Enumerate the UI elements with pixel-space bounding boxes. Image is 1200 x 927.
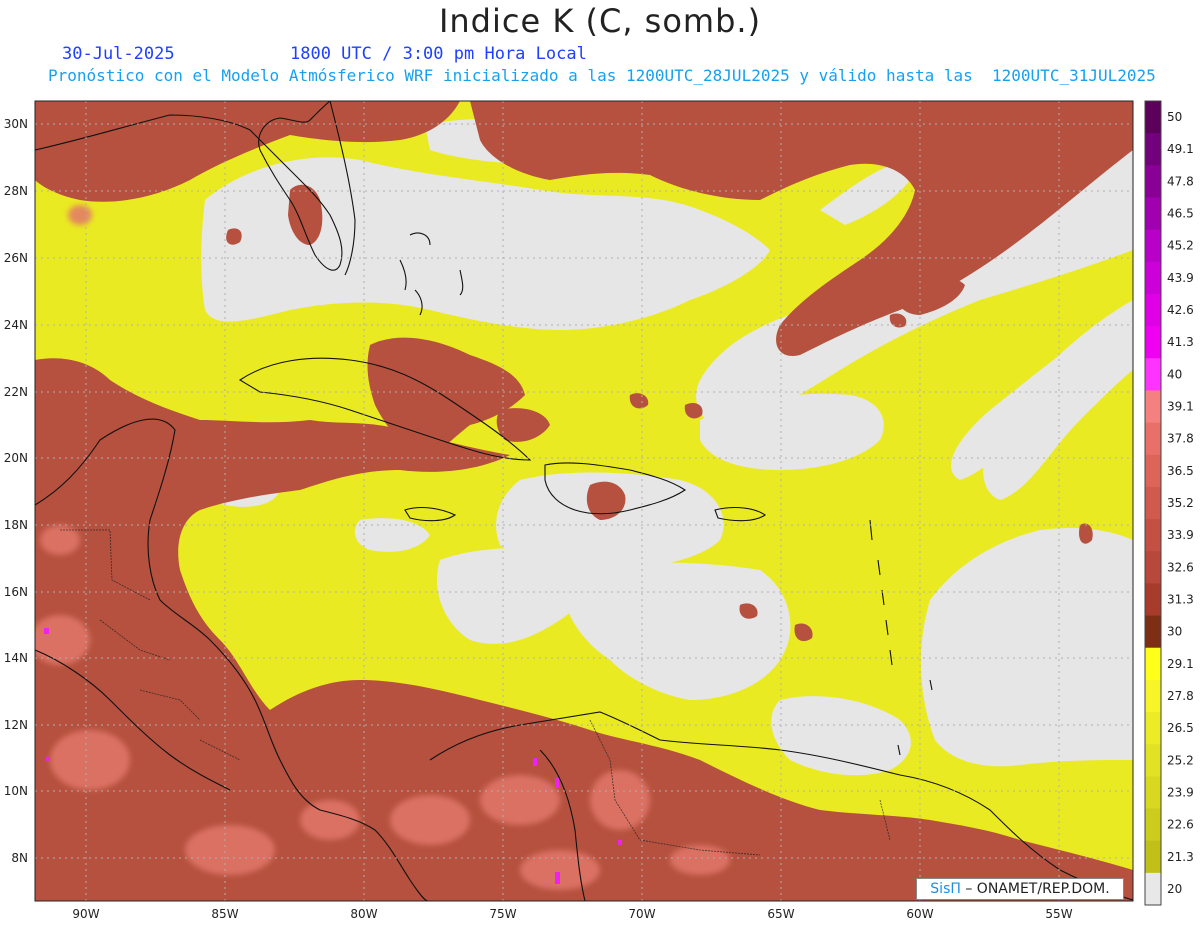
lon-label: 70W	[628, 907, 655, 921]
colorbar-label: 25.2	[1167, 753, 1194, 767]
colorbar-label: 46.5	[1167, 207, 1194, 221]
lon-label: 65W	[767, 907, 794, 921]
colorbar-swatch	[1145, 229, 1161, 263]
colorbar-label: 23.9	[1167, 785, 1194, 799]
colorbar-label: 37.8	[1167, 432, 1194, 446]
lat-label: 26N	[4, 251, 28, 265]
colorbar-swatch	[1145, 840, 1161, 874]
colorbar-swatch	[1145, 326, 1161, 359]
colorbar-label: 27.8	[1167, 689, 1194, 703]
lat-label: 16N	[4, 585, 28, 599]
colorbar-swatch	[1145, 744, 1161, 777]
latitude-labels: 30N 28N 26N 24N 22N 20N 18N 16N 14N 12N …	[4, 117, 28, 865]
credit-box: SisΠ – ONAMET/REP.DOM.	[916, 878, 1124, 900]
colorbar-label: 49.1	[1167, 142, 1194, 156]
longitude-labels: 90W 85W 80W 75W 70W 65W 60W 55W	[72, 907, 1072, 921]
colorbar-label: 31.3	[1167, 592, 1194, 606]
colorbar-swatch	[1145, 679, 1161, 713]
lat-label: 28N	[4, 184, 28, 198]
lat-label: 12N	[4, 718, 28, 732]
colorbar-label: 36.5	[1167, 464, 1194, 478]
lon-label: 85W	[211, 907, 238, 921]
lon-label: 55W	[1045, 907, 1072, 921]
colorbar-swatch	[1145, 647, 1161, 681]
colorbar-label: 20	[1167, 882, 1182, 896]
colorbar-swatch	[1145, 101, 1161, 134]
colorbar-label: 45.2	[1167, 239, 1194, 253]
colorbar-label: 47.8	[1167, 174, 1194, 188]
colorbar-label: 50	[1167, 110, 1182, 124]
colorbar-swatch	[1145, 261, 1161, 295]
colorbar-label: 43.9	[1167, 271, 1194, 285]
lon-label: 75W	[489, 907, 516, 921]
colorbar-swatch	[1145, 712, 1161, 745]
colorbar-swatch	[1145, 358, 1161, 391]
lat-label: 22N	[4, 385, 28, 399]
colorbar-label: 30	[1167, 625, 1182, 639]
colorbar-label: 40	[1167, 367, 1182, 381]
lat-label: 18N	[4, 518, 28, 532]
colorbar-label: 33.9	[1167, 528, 1194, 542]
colorbar-label: 35.2	[1167, 496, 1194, 510]
colorbar-swatch	[1145, 133, 1161, 166]
colorbar-swatch	[1145, 808, 1161, 842]
colorbar-swatch	[1145, 454, 1161, 488]
colorbar-swatch	[1145, 551, 1161, 584]
sispi-logo: SisΠ	[930, 881, 961, 897]
colorbar-swatch	[1145, 422, 1161, 456]
k-index-map: 30N 28N 26N 24N 22N 20N 18N 16N 14N 12N …	[4, 100, 1194, 921]
colorbar-swatch	[1145, 197, 1161, 231]
colorbar-label: 26.5	[1167, 721, 1194, 735]
lat-label: 8N	[11, 851, 28, 865]
colorbar-label: 21.3	[1167, 850, 1194, 864]
colorbar-swatch	[1145, 390, 1161, 424]
k-index-shading	[35, 101, 1133, 901]
colorbar-swatch	[1145, 776, 1161, 810]
lon-label: 80W	[350, 907, 377, 921]
colorbar-swatch	[1145, 519, 1161, 552]
lon-label: 60W	[906, 907, 933, 921]
colorbar-label: 29.1	[1167, 657, 1194, 671]
colorbar-label: 41.3	[1167, 335, 1194, 349]
colorbar-swatch	[1145, 165, 1161, 198]
colorbar-label: 22.6	[1167, 818, 1194, 832]
colorbar-swatch	[1145, 615, 1161, 649]
colorbar: 50 49.1 47.8 46.5 45.2 43.9 42.6 41.3 40 39.1 37.8…	[1144, 100, 1194, 906]
colorbar-swatch	[1145, 293, 1161, 327]
colorbar-label: 39.1	[1167, 400, 1194, 414]
lat-label: 14N	[4, 651, 28, 665]
lat-label: 24N	[4, 318, 28, 332]
lat-label: 20N	[4, 451, 28, 465]
colorbar-swatch	[1145, 486, 1161, 520]
lat-label: 30N	[4, 117, 28, 131]
colorbar-label: 42.6	[1167, 303, 1194, 317]
lat-label: 10N	[4, 784, 28, 798]
lon-label: 90W	[72, 907, 99, 921]
colorbar-swatch	[1145, 583, 1161, 617]
credit-text: – ONAMET/REP.DOM.	[960, 881, 1110, 897]
colorbar-label: 32.6	[1167, 560, 1194, 574]
colorbar-swatch	[1145, 872, 1161, 906]
